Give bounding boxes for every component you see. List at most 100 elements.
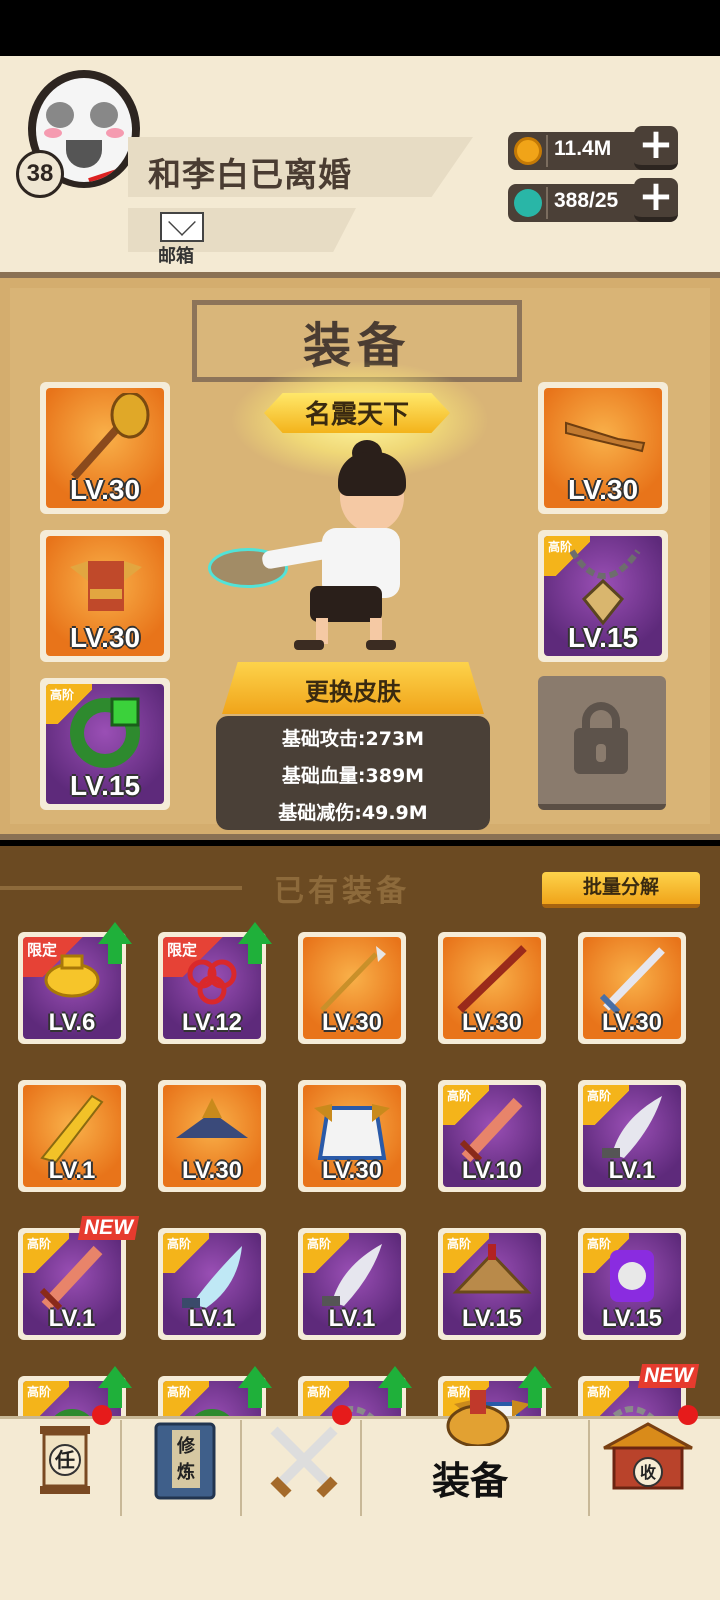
item-level: LV.30	[181, 1157, 243, 1184]
slot-frame: 高阶 LV.15	[544, 536, 662, 656]
stat-damage-reduction: 基础减伤:49.9M	[278, 802, 428, 824]
straw-hat-icon	[452, 1243, 532, 1294]
slot-frame: LV.30	[163, 1085, 261, 1187]
slot-frame: 高阶 LV.1	[23, 1233, 121, 1335]
change-skin-label[interactable]: 更换皮肤	[222, 672, 484, 707]
item-level: LV.30	[601, 1009, 663, 1036]
add-energy-button[interactable]: +	[634, 175, 678, 222]
divider	[120, 1420, 122, 1516]
slot-frame: LV.1	[23, 1085, 121, 1187]
item-level: LV.15	[461, 1305, 523, 1332]
character-shoe	[294, 640, 324, 650]
avatar-blush	[106, 128, 124, 138]
slot-frame: 高阶 LV.15	[443, 1233, 541, 1335]
inventory-item[interactable]: LV.30	[578, 932, 686, 1044]
nav-equipment-label[interactable]: 装备	[432, 1450, 508, 1505]
nav-collect-char: 收	[640, 1463, 656, 1482]
item-level: LV.15	[601, 1305, 663, 1332]
item-level: LV.1	[188, 1305, 236, 1332]
equip-slot-weapon[interactable]: LV.30	[40, 382, 170, 514]
slot-frame: LV.30	[303, 1085, 401, 1187]
slot-frame: LV.30	[303, 937, 401, 1039]
inventory-item[interactable]: LV.1	[18, 1080, 126, 1192]
energy-drop-icon	[514, 189, 542, 217]
mail-label[interactable]: 邮箱	[158, 242, 194, 268]
energy-amount: 388/25	[554, 189, 619, 212]
inventory-item[interactable]: 高阶 LV.1	[18, 1228, 126, 1340]
item-level: LV.6	[48, 1009, 96, 1036]
slot-frame: 高阶 LV.15	[46, 684, 164, 804]
slot-frame: LV.30	[443, 937, 541, 1039]
item-level: LV.10	[461, 1157, 523, 1184]
jade-ring-icon	[70, 697, 140, 769]
slot-frame: LV.30	[583, 937, 681, 1039]
item-level: LV.1	[48, 1157, 96, 1184]
nav-collect-button[interactable]: 收	[600, 1420, 696, 1500]
item-level: LV.1	[328, 1305, 376, 1332]
upgrade-arrow-icon	[98, 1366, 132, 1410]
inventory-item[interactable]: 高阶 LV.1	[158, 1228, 266, 1340]
slot-frame: 高阶 LV.1	[583, 1085, 681, 1187]
inventory-item[interactable]: 高阶 LV.15	[578, 1228, 686, 1340]
slot-level: LV.30	[69, 474, 141, 505]
inventory-item[interactable]: LV.30	[298, 932, 406, 1044]
pendant-icon	[610, 1249, 654, 1302]
nav-tasks-button[interactable]: 任	[30, 1420, 100, 1510]
stat-health: 基础血量:389M	[281, 765, 425, 787]
lock-keyhole	[596, 744, 606, 762]
avatar-blush	[44, 128, 62, 138]
slot-level: LV.30	[69, 622, 141, 653]
amulet-icon	[569, 549, 641, 626]
locked-slot[interactable]	[538, 676, 666, 810]
notification-dot	[678, 1405, 698, 1425]
character-hair	[338, 452, 406, 496]
item-level: LV.1	[48, 1305, 96, 1332]
avatar-scarf	[88, 162, 132, 182]
nav-cultivate-char: 修	[176, 1435, 196, 1457]
upgrade-arrow-icon	[518, 1366, 552, 1410]
nav-battle-button[interactable]	[264, 1420, 344, 1502]
upgrade-arrow-icon	[378, 1366, 412, 1410]
machete-icon	[602, 1095, 662, 1158]
upgrade-arrow-icon	[98, 922, 132, 966]
inventory-item[interactable]: LV.30	[158, 1080, 266, 1192]
inventory-item[interactable]: LV.30	[438, 932, 546, 1044]
helmet-icon	[446, 1390, 510, 1446]
inventory-item[interactable]: 高阶 LV.1	[298, 1228, 406, 1340]
character-shoe	[366, 640, 396, 650]
armor-icon	[70, 561, 142, 612]
stat-attack: 基础攻击:273M	[281, 728, 425, 750]
inventory-title: 已有装备	[274, 874, 410, 909]
equip-slot-ring[interactable]: 高阶 LV.15	[40, 678, 170, 810]
machete-icon	[322, 1243, 382, 1306]
nav-tasks-char: 任	[54, 1448, 75, 1472]
divider	[546, 187, 548, 219]
slot-level: LV.15	[69, 770, 141, 801]
batch-decompose-label[interactable]: 批量分解	[542, 872, 700, 899]
equip-slot-boots[interactable]: LV.30	[538, 382, 668, 514]
mail-icon[interactable]	[160, 212, 204, 242]
inventory-item[interactable]: 高阶 LV.1	[578, 1080, 686, 1192]
divider	[360, 1420, 362, 1516]
wooden-sword-icon	[459, 1097, 523, 1162]
slot-frame: 高阶 LV.10	[443, 1085, 541, 1187]
inventory-item[interactable]: 高阶 LV.10	[438, 1080, 546, 1192]
add-gold-button[interactable]: +	[634, 123, 678, 170]
curved-blade-icon	[182, 1245, 242, 1308]
equip-slot-armor[interactable]: LV.30	[40, 530, 170, 662]
avatar-eye	[46, 102, 74, 128]
crossed-swords-icon	[270, 1426, 338, 1498]
golden-blade-icon	[40, 1094, 104, 1163]
sword-icon	[599, 947, 665, 1014]
coin-icon	[514, 137, 542, 165]
nav-cultivate-button[interactable]: 修 炼	[150, 1420, 220, 1502]
item-level: LV.12	[181, 1009, 243, 1036]
inventory-item[interactable]: 高阶 LV.15	[438, 1228, 546, 1340]
divider	[546, 135, 548, 167]
avatar[interactable]: 38	[12, 70, 142, 198]
divider	[240, 1420, 242, 1516]
inventory-item[interactable]: LV.30	[298, 1080, 406, 1192]
player-name: 和李白已离婚	[148, 155, 352, 194]
equip-slot-amulet[interactable]: 高阶 LV.15	[538, 530, 668, 662]
notification-dot	[92, 1405, 112, 1425]
